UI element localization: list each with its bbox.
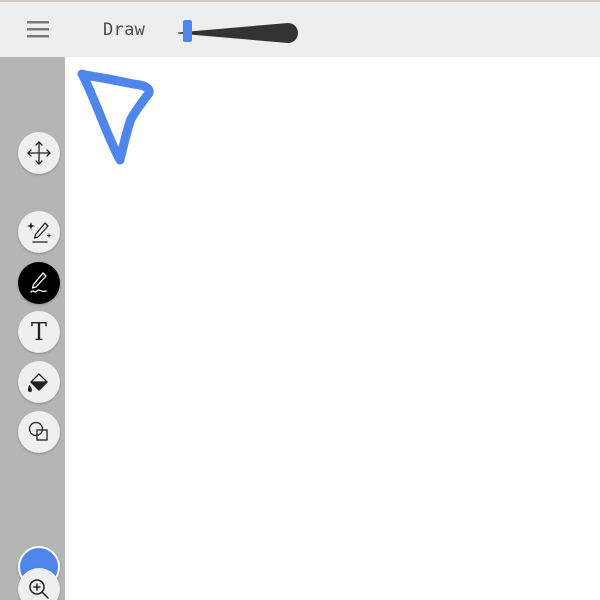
text-icon: T: [30, 318, 47, 346]
shapes-icon: [26, 419, 52, 445]
brush-size-slider[interactable]: [176, 19, 304, 47]
move-arrows-icon: [26, 140, 52, 166]
shapes-tool-button[interactable]: [18, 411, 60, 453]
paint-bucket-icon: [26, 369, 52, 395]
move-tool-button[interactable]: [18, 132, 60, 174]
hamburger-menu-icon[interactable]: [22, 17, 54, 45]
magic-pen-icon: [25, 218, 53, 246]
zoom-in-icon: [26, 576, 52, 600]
slider-handle[interactable]: [183, 20, 192, 42]
drawing-canvas[interactable]: [65, 57, 600, 600]
app-title: Draw: [103, 20, 146, 40]
drawn-stroke: [77, 69, 154, 165]
tool-sidebar: T: [0, 57, 65, 600]
brush-size-track: [178, 23, 298, 43]
magic-pen-tool-button[interactable]: [18, 211, 60, 253]
draw-app: Draw T: [0, 0, 600, 600]
app-header: Draw: [0, 2, 600, 57]
text-tool-button[interactable]: T: [18, 311, 60, 353]
fill-tool-button[interactable]: [18, 361, 60, 403]
pen-icon: [26, 270, 52, 296]
pen-tool-button[interactable]: [18, 262, 60, 304]
